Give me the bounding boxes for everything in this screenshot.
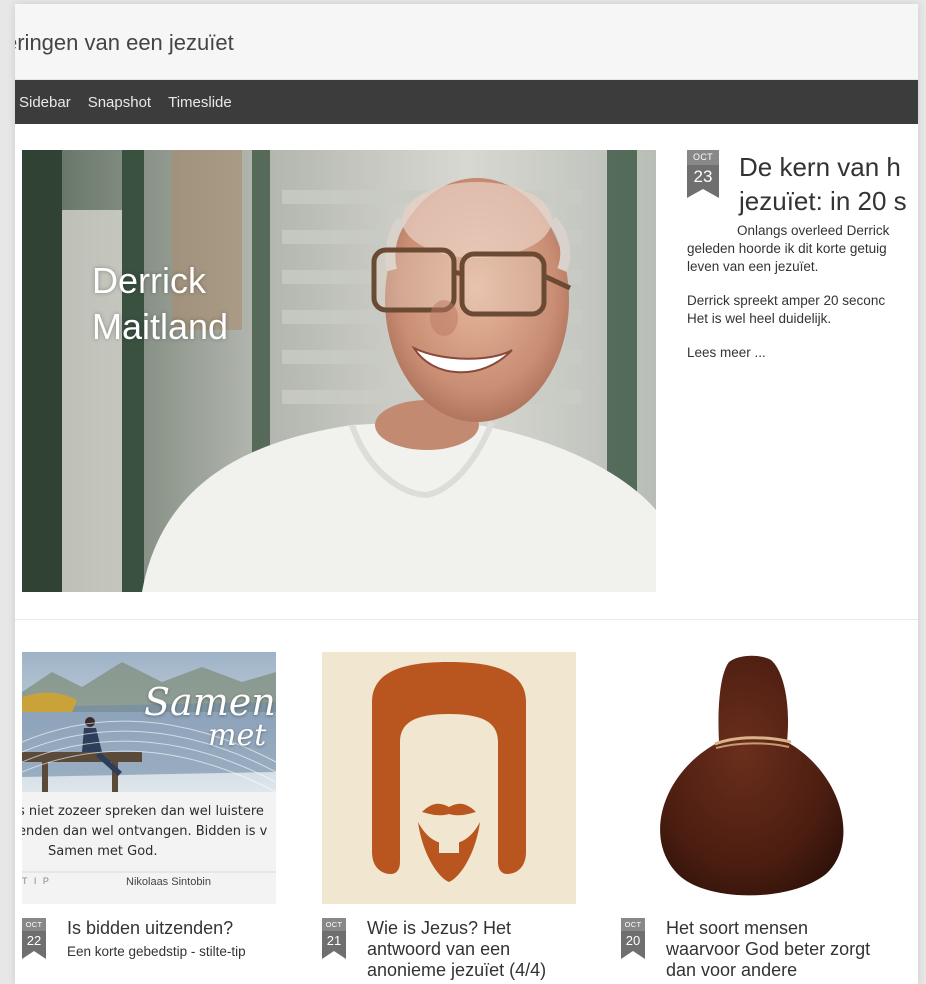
image-quote: s niet zozeer spreken dan wel luistere e…	[22, 802, 276, 862]
image-script-text: Samen met	[144, 680, 276, 753]
title-line: jezuïet: in 20 s	[739, 186, 907, 216]
image-footer-left: T I P	[22, 876, 51, 886]
date-badge: OCT 21	[322, 918, 346, 959]
leather-pouch-image	[621, 652, 875, 904]
date-badge: OCT 20	[621, 918, 645, 959]
excerpt-line: Derrick spreekt amper 20 seconc	[687, 293, 886, 308]
featured-post-section: Derrick Maitland OCT 23 De kern van h je…	[15, 124, 918, 620]
nav-item-timeslide[interactable]: Timeslide	[168, 94, 232, 111]
derrick-portrait-image	[22, 150, 656, 592]
date-badge: OCT 22	[22, 918, 46, 959]
post-card: OCT 20 Het soort mensen waarvoor God bet…	[621, 652, 875, 981]
post-card: Samen met s niet zozeer spreken dan wel …	[22, 652, 276, 961]
post-thumbnail[interactable]	[621, 652, 875, 904]
page: eringen van een jezuïet Sidebar Snapshot…	[15, 4, 918, 984]
date-day: 21	[322, 931, 346, 951]
excerpt-line: Het is wel heel duidelijk.	[687, 311, 832, 326]
script-word: met	[208, 718, 267, 753]
featured-image-caption: Derrick Maitland	[92, 258, 228, 350]
date-month: OCT	[322, 918, 346, 931]
site-title[interactable]: eringen van een jezuïet	[15, 30, 918, 56]
post-title[interactable]: Wie is Jezus? Het antwoord van een anoni…	[367, 918, 576, 981]
date-month: OCT	[621, 918, 645, 931]
date-badge: OCT 23	[687, 150, 719, 198]
read-more-link[interactable]: Lees meer ...	[687, 345, 766, 360]
featured-post-title[interactable]: De kern van h jezuïet: in 20 s	[739, 150, 918, 218]
excerpt-line: geleden hoorde ik dit korte getuig	[687, 241, 887, 256]
excerpt-line: leven van een jezuïet.	[687, 259, 819, 274]
jesus-silhouette-image	[322, 652, 576, 904]
nav-item-sidebar[interactable]: Sidebar	[19, 94, 71, 111]
caption-line: Derrick	[92, 260, 206, 301]
date-day: 20	[621, 931, 645, 951]
post-title[interactable]: Is bidden uitzenden?	[67, 918, 276, 939]
post-meta: OCT 21 Wie is Jezus? Het antwoord van ee…	[322, 918, 576, 981]
date-day: 22	[22, 931, 46, 951]
date-day: 23	[687, 165, 719, 189]
quote-line: Samen met God.	[48, 844, 158, 859]
main-navigation: Sidebar Snapshot Timeslide	[15, 80, 918, 124]
post-meta: OCT 20 Het soort mensen waarvoor God bet…	[621, 918, 875, 981]
caption-line: Maitland	[92, 306, 229, 347]
excerpt-paragraph: Onlangs overleed Derrick geleden hoorde …	[687, 222, 918, 276]
post-card: OCT 21 Wie is Jezus? Het antwoord van ee…	[322, 652, 576, 981]
image-footer-author: Nikolaas Sintobin	[126, 876, 211, 888]
date-month: OCT	[687, 150, 719, 165]
post-title[interactable]: Het soort mensen waarvoor God beter zorg…	[666, 918, 875, 981]
featured-post: OCT 23 De kern van h jezuïet: in 20 s On…	[687, 150, 918, 362]
badge-ribbon-tail	[22, 951, 46, 959]
excerpt-line: Onlangs overleed Derrick	[737, 223, 890, 238]
post-subtitle: Een korte gebedstip - stilte-tip	[67, 944, 246, 959]
site-header: eringen van een jezuïet	[15, 4, 918, 80]
badge-ribbon-tail	[322, 951, 346, 959]
post-thumbnail[interactable]: Samen met s niet zozeer spreken dan wel …	[22, 652, 276, 904]
featured-excerpt: Onlangs overleed Derrick geleden hoorde …	[687, 222, 918, 362]
badge-ribbon-tail	[621, 951, 645, 959]
post-grid: Samen met s niet zozeer spreken dan wel …	[15, 620, 918, 980]
post-thumbnail[interactable]	[322, 652, 576, 904]
title-line: De kern van h	[739, 152, 901, 182]
post-meta: OCT 22 Is bidden uitzenden? Een korte ge…	[22, 918, 276, 961]
script-word: Samen	[144, 680, 276, 724]
date-month: OCT	[22, 918, 46, 931]
quote-line: enden dan wel ontvangen. Bidden is v	[22, 824, 268, 839]
quote-line: s niet zozeer spreken dan wel luistere	[22, 804, 264, 819]
nav-item-snapshot[interactable]: Snapshot	[88, 94, 151, 111]
badge-ribbon-tail	[687, 189, 719, 198]
excerpt-paragraph: Derrick spreekt amper 20 seconc Het is w…	[687, 292, 918, 328]
featured-image[interactable]: Derrick Maitland	[22, 150, 656, 592]
